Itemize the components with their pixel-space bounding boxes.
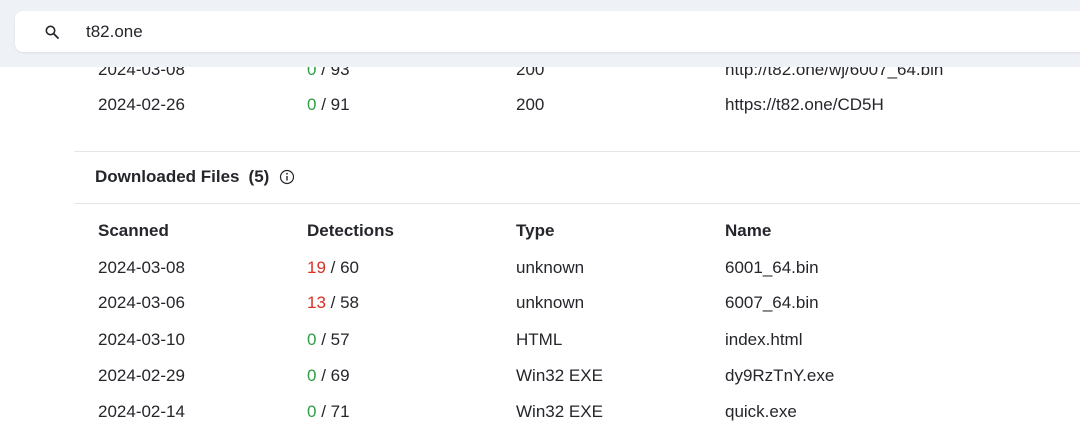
file-scanned: 2024-03-06 [98,293,185,312]
file-name[interactable]: index.html [725,328,802,352]
detections-positive: 0 [307,330,317,349]
table-row[interactable]: 2024-03-06 13 / 58 unknown 6007_64.bin [0,291,1080,315]
detections-total: / 91 [321,95,350,114]
detections-total: / 58 [330,293,360,312]
detections-total: / 71 [321,402,350,421]
search-input[interactable]: t82.one [15,11,1080,52]
info-icon[interactable] [279,169,295,185]
section-count: (5) [248,167,270,186]
column-header-type[interactable]: Type [516,219,554,243]
table-row[interactable]: 2024-02-29 0 / 69 Win32 EXE dy9RzTnY.exe [0,364,1080,388]
file-type: unknown [516,293,585,312]
detections-total: / 57 [321,330,350,349]
column-header-detections[interactable]: Detections [307,219,394,243]
file-scanned: 2024-03-10 [98,330,185,349]
detections-total: / 60 [330,258,360,277]
file-scanned: 2024-03-08 [98,258,185,277]
url-status: 200 [516,95,545,114]
file-type: unknown [516,258,585,277]
file-name[interactable]: 6001_64.bin [725,256,819,280]
search-icon[interactable] [45,25,59,39]
file-type: Win32 EXE [516,366,603,385]
file-detections: 13 / 58 [307,291,359,315]
table-row[interactable]: 2024-03-08 19 / 60 unknown 6001_64.bin [0,256,1080,280]
url-scanned: 2024-02-26 [98,95,185,114]
detections-positive: 13 [307,293,326,312]
file-type: HTML [516,330,563,349]
search-bar: t82.one [0,0,1080,67]
url-row[interactable]: 2024-02-26 0 / 91 200 https://t82.one/CD… [0,93,1080,117]
file-scanned: 2024-02-29 [98,366,185,385]
detections-total: / 69 [321,366,350,385]
section-title-label: Downloaded Files [95,167,240,186]
table-header: Scanned Detections Type Name [0,219,1080,243]
file-name[interactable]: quick.exe [725,400,797,424]
column-header-scanned[interactable]: Scanned [98,219,169,243]
file-type: Win32 EXE [516,402,603,421]
url-detections: 0 / 91 [307,93,350,117]
file-name[interactable]: 6007_64.bin [725,291,819,315]
file-name[interactable]: dy9RzTnY.exe [725,364,834,388]
section-divider [74,151,1080,152]
url-link[interactable]: https://t82.one/CD5H [725,93,884,117]
detections-positive: 0 [307,366,317,385]
section-title: Downloaded Files (5) [95,167,295,187]
search-value: t82.one [86,22,143,41]
file-detections: 0 / 71 [307,400,350,424]
detections-positive: 0 [307,95,317,114]
column-header-name[interactable]: Name [725,219,771,243]
detections-positive: 19 [307,258,326,277]
section-divider [74,203,1080,204]
file-detections: 0 / 69 [307,364,350,388]
file-detections: 19 / 60 [307,256,359,280]
table-row[interactable]: 2024-03-10 0 / 57 HTML index.html [0,328,1080,352]
detections-positive: 0 [307,402,317,421]
table-row[interactable]: 2024-02-14 0 / 71 Win32 EXE quick.exe [0,400,1080,424]
file-detections: 0 / 57 [307,328,350,352]
file-scanned: 2024-02-14 [98,402,185,421]
